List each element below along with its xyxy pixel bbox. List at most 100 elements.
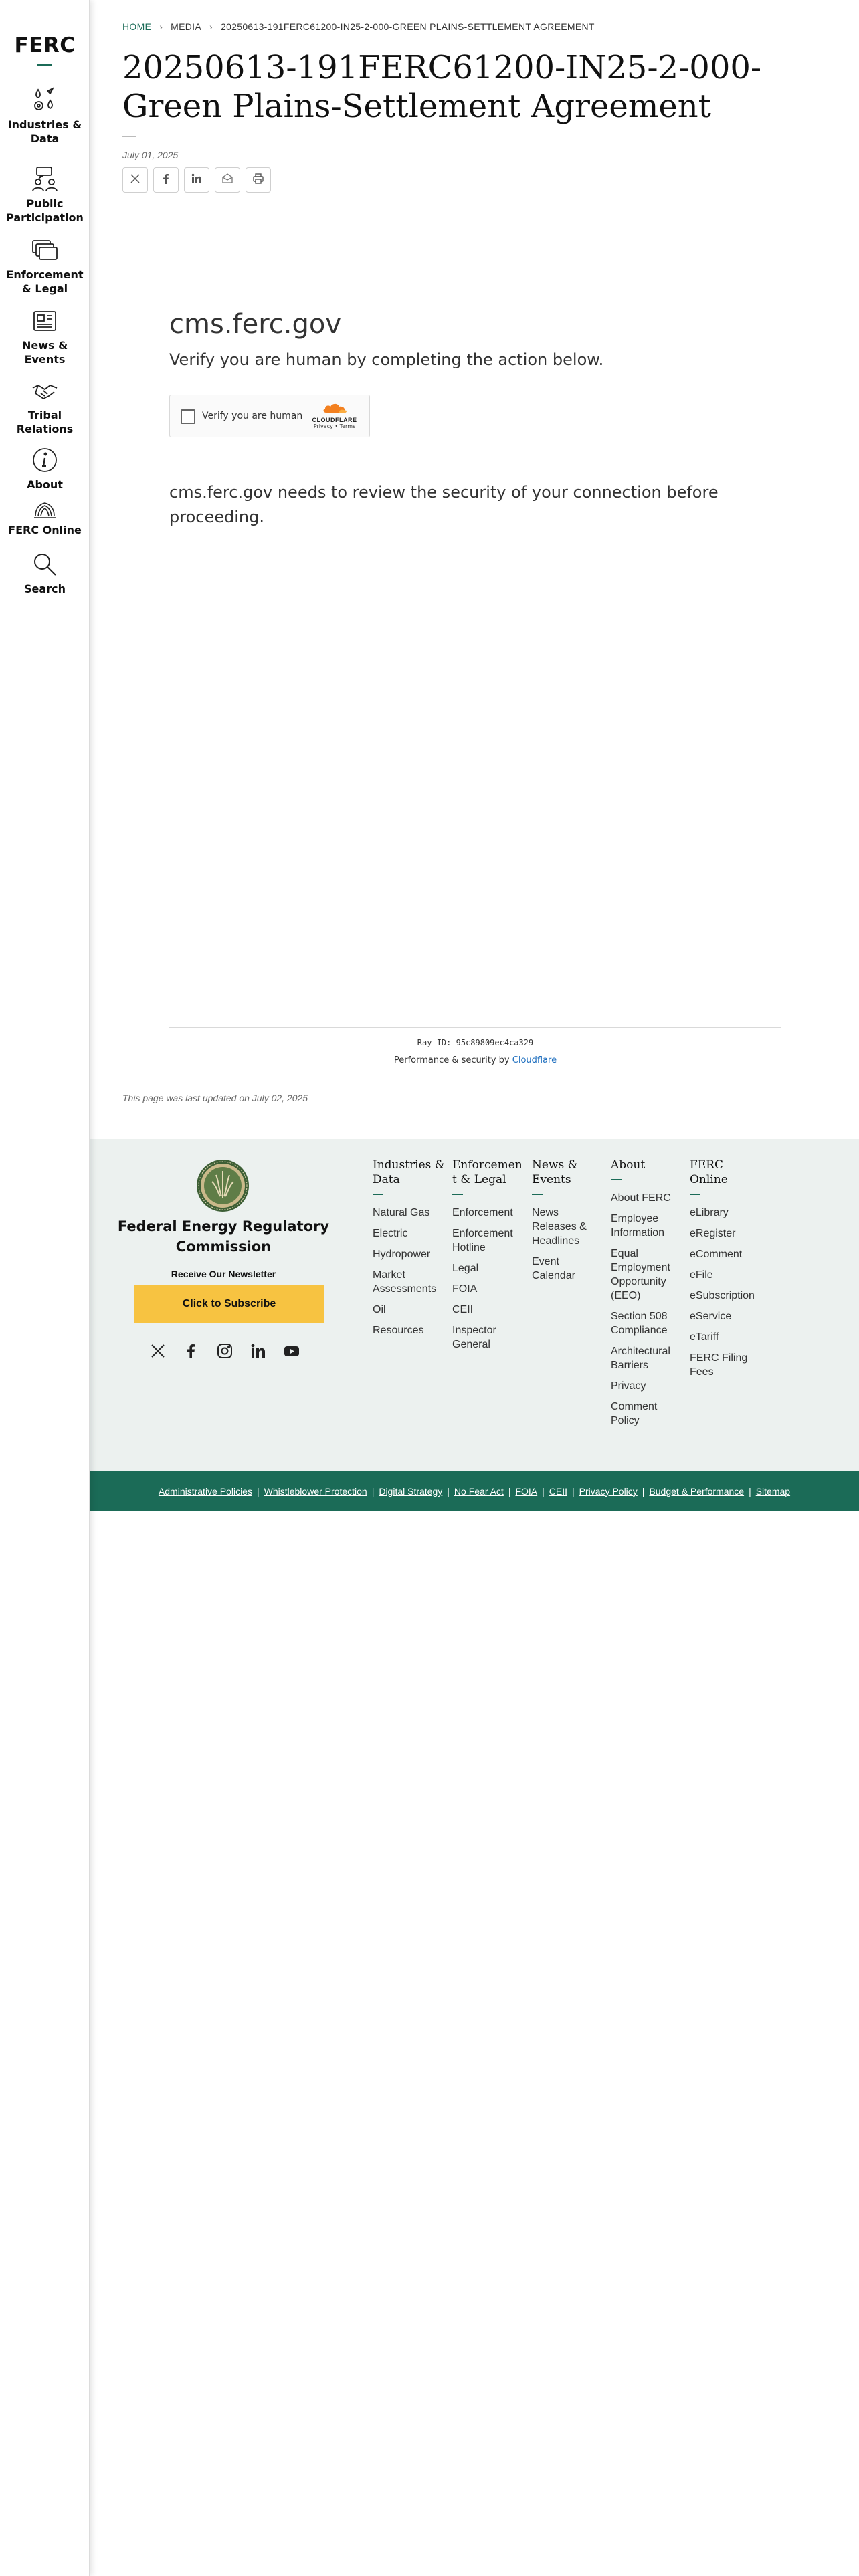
footer-column-divider [452,1194,463,1195]
footer-column-ferc-online: FERC Online eLibrary eRegister eComment … [690,1158,757,1386]
footer: Federal Energy Regulatory Commission Rec… [90,1139,859,1471]
footer-link[interactable]: Event Calendar [532,1255,595,1283]
breadcrumb-home[interactable]: HOME [122,21,151,32]
footer-link[interactable]: Oil [373,1303,446,1317]
share-linkedin-button[interactable] [184,167,209,193]
sidebar-item-public-participation[interactable]: Public Participation [0,165,90,225]
bottom-link[interactable]: Whistleblower Protection [264,1486,367,1497]
footer-link[interactable]: Resources [373,1323,446,1337]
footer-link[interactable]: eLibrary [690,1206,757,1220]
footer-link[interactable]: eSubscription [690,1289,757,1303]
sidebar-item-label: Enforcement [6,268,84,281]
footer-link[interactable]: Market Assessments [373,1268,446,1296]
ferc-seal [196,1159,250,1212]
footer-link[interactable]: FERC Filing Fees [690,1351,757,1379]
link-separator: | [642,1485,645,1497]
bottom-link[interactable]: Administrative Policies [159,1486,252,1497]
footer-link[interactable]: About FERC [611,1191,681,1205]
footer-link[interactable]: Comment Policy [611,1400,681,1428]
bottom-link[interactable]: Digital Strategy [379,1486,442,1497]
footer-link[interactable]: Equal Employment Opportunity (EEO) [611,1247,681,1303]
facebook-icon[interactable] [182,1341,201,1360]
footer-link[interactable]: eComment [690,1247,757,1261]
footer-link[interactable]: Employee Information [611,1212,681,1240]
footer-link[interactable]: News Releases & Headlines [532,1206,595,1248]
footer-link[interactable]: FOIA [452,1282,522,1296]
instagram-icon[interactable] [215,1341,234,1360]
print-button[interactable] [246,167,271,193]
bottom-link[interactable]: FOIA [515,1486,537,1497]
sidebar-item-label: FERC Online [8,524,82,536]
footer-link[interactable]: Section 508 Compliance [611,1309,681,1337]
footer-link[interactable]: Architectural Barriers [611,1344,681,1372]
cloudflare-link[interactable]: Cloudflare [512,1055,557,1065]
sidebar-item-enforcement[interactable]: Enforcement & Legal [0,235,90,296]
link-separator: | [508,1485,511,1497]
youtube-icon[interactable] [282,1341,301,1360]
footer-link[interactable]: Enforcement Hotline [452,1226,522,1255]
bottom-link[interactable]: CEII [549,1486,567,1497]
sidebar-item-label: Events [24,353,66,366]
sidebar-item-ferc-online[interactable]: FERC Online [0,500,90,537]
cloudflare-wordmark: CLOUDFLARE [312,417,357,423]
verify-human-label[interactable]: Verify you are human [202,411,302,421]
security-message: cms.ferc.gov needs to review the securit… [169,483,719,526]
sidebar: FERC Industries & Data Public Participat… [0,0,90,2576]
title-divider [122,136,136,137]
performance-credit: Performance & security by Cloudflare [169,1055,781,1065]
newspaper-icon [30,306,60,336]
subscribe-button[interactable]: Click to Subscribe [134,1285,324,1323]
footer-link[interactable]: Inspector General [452,1323,522,1352]
footer-link[interactable]: eRegister [690,1226,757,1241]
footer-link[interactable]: Natural Gas [373,1206,446,1220]
footer-bottom-links: Administrative Policies | Whistleblower P… [90,1471,859,1511]
share-x-button[interactable] [122,167,148,193]
footer-link[interactable]: Enforcement [452,1206,522,1220]
footer-column-divider [611,1179,622,1180]
footer-link[interactable]: eFile [690,1268,757,1282]
share-email-button[interactable] [215,167,240,193]
terms-link[interactable]: Terms [340,423,356,429]
breadcrumb: HOME › MEDIA › 20250613-191FERC61200-IN25-2-… [122,21,595,32]
footer-column-about: About About FERC Employee Information Eq… [611,1158,681,1434]
industries-icon [30,86,60,115]
x-icon[interactable] [149,1341,167,1360]
bottom-link[interactable]: Sitemap [756,1486,790,1497]
email-icon [221,173,233,187]
footer-column-title: About [611,1158,646,1172]
footer-link[interactable]: Electric [373,1226,446,1241]
footer-link[interactable]: Privacy [611,1379,681,1393]
bottom-link[interactable]: Budget & Performance [649,1486,744,1497]
page-title: 20250613-191FERC61200-IN25-2-000-Green P… [122,49,762,125]
share-facebook-button[interactable] [153,167,179,193]
sidebar-item-label: Industries & [7,118,82,131]
bottom-link[interactable]: Privacy Policy [579,1486,638,1497]
footer-link[interactable]: Legal [452,1261,522,1275]
ferc-logo[interactable]: FERC [0,33,90,58]
info-icon [30,445,60,475]
sidebar-item-industries[interactable]: Industries & Data [0,86,90,146]
footer-link[interactable]: eService [690,1309,757,1323]
verify-human-checkbox[interactable] [181,409,195,424]
sidebar-item-about[interactable]: About [0,445,90,492]
privacy-link[interactable]: Privacy [314,423,333,429]
challenge-divider [169,1027,781,1028]
sidebar-item-news-events[interactable]: News & Events [0,306,90,366]
ray-id: Ray ID: 95c89809ec4ca329 [417,1038,534,1047]
footer-link[interactable]: eTariff [690,1330,757,1344]
footer-link[interactable]: CEII [452,1303,522,1317]
breadcrumb-media[interactable]: MEDIA [171,21,201,32]
linkedin-icon[interactable] [249,1341,268,1360]
logo-divider [37,64,52,66]
sidebar-item-tribal-relations[interactable]: Tribal Relations [0,376,90,436]
footer-link[interactable]: Hydropower [373,1247,446,1261]
chevron-right-icon: › [209,21,213,32]
sidebar-item-label: About [27,478,63,491]
bottom-link[interactable]: No Fear Act [454,1486,504,1497]
ferc-online-icon [30,500,60,520]
footer-column-industries: Industries & Data Natural Gas Electric H… [373,1158,446,1344]
org-name: Federal Energy Regulatory Commission [117,1218,330,1255]
share-toolbar [122,167,271,193]
sidebar-item-search[interactable]: Search [0,550,90,596]
sidebar-item-label: Tribal [27,409,62,421]
